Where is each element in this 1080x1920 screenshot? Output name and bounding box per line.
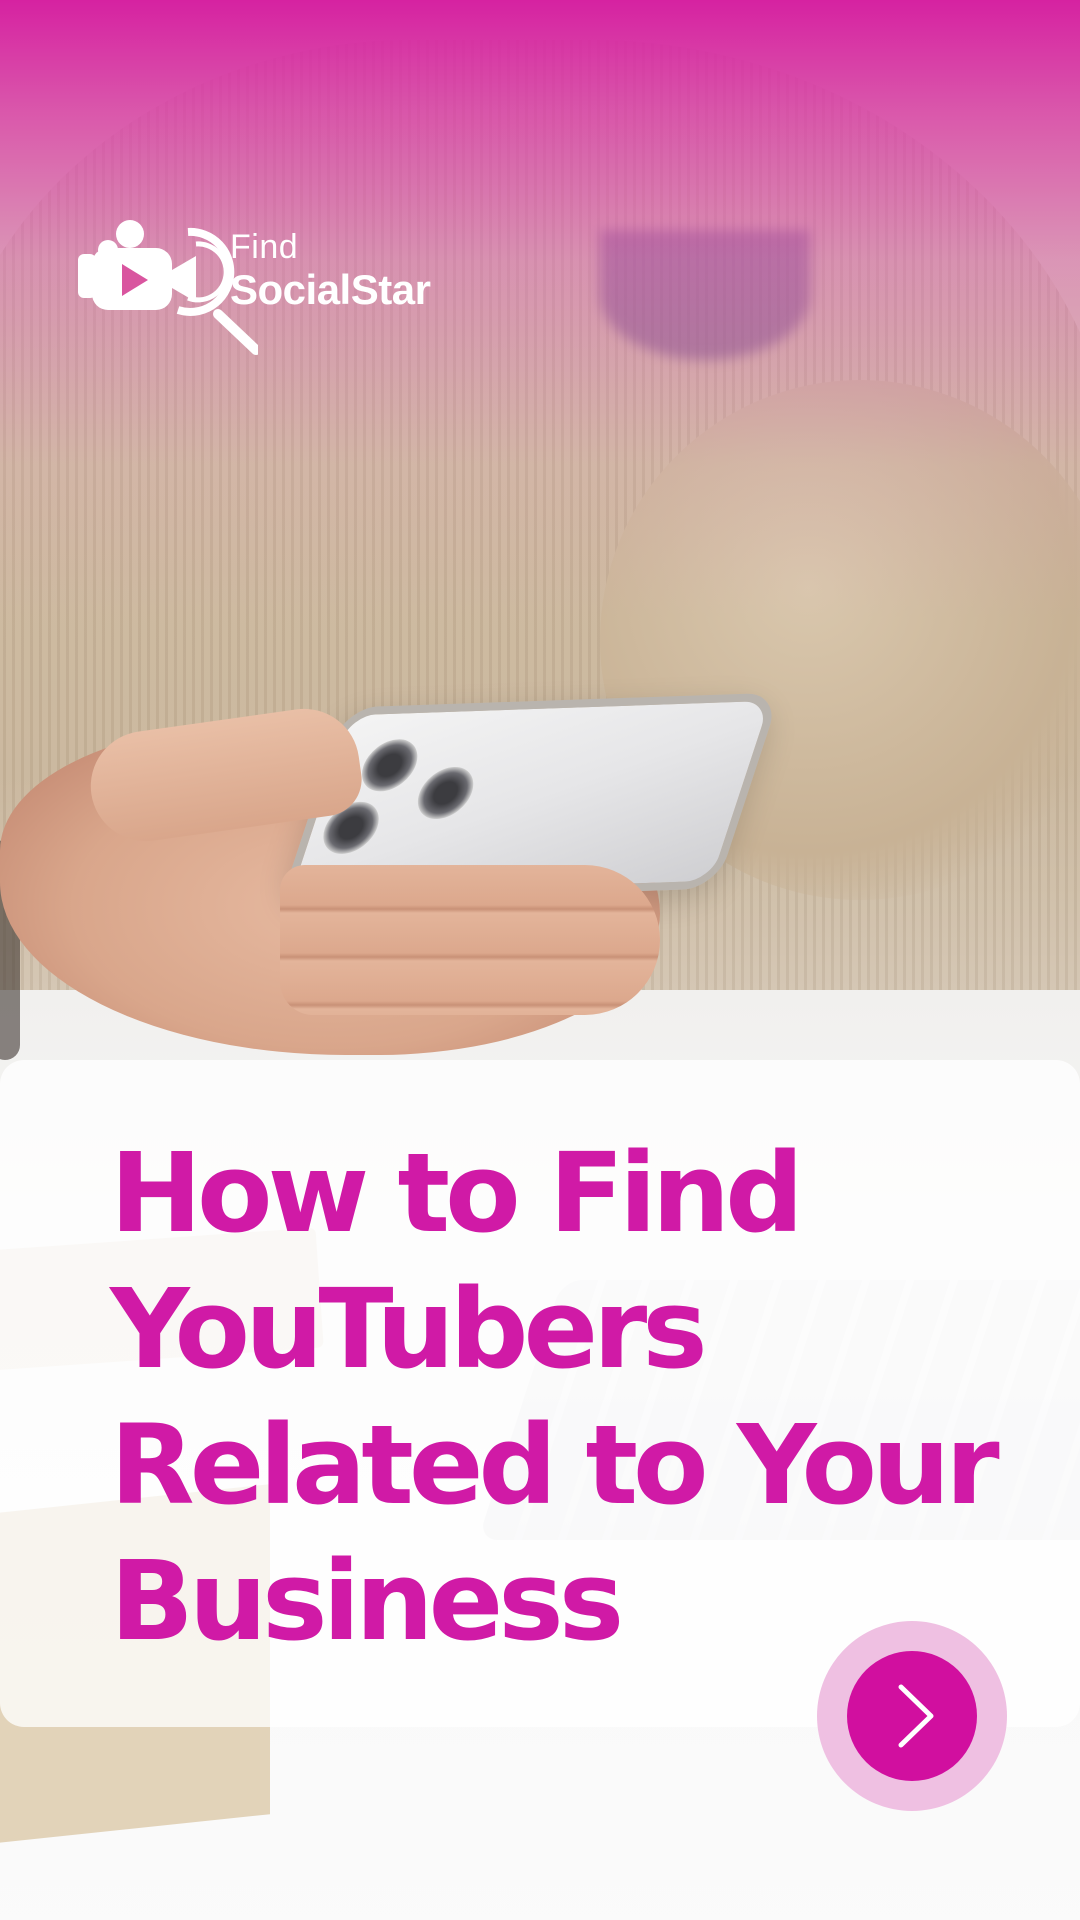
camera-lens: [410, 766, 481, 820]
next-button-core[interactable]: [847, 1651, 977, 1781]
chevron-right-icon: [898, 1684, 934, 1748]
slide: Find SocialStar How to Find YouTubers Re…: [0, 0, 1080, 1920]
brand-logo: Find SocialStar: [78, 218, 458, 358]
headline-line: YouTubers: [110, 1265, 708, 1393]
logo-find-text: Find: [230, 228, 299, 266]
headline-line: Related to Your: [110, 1401, 1000, 1529]
logo-brand-text: SocialStar: [230, 266, 431, 313]
headline: How to Find YouTubers Related to Your Bu…: [110, 1125, 1010, 1669]
camera-lens: [354, 738, 425, 793]
fingers-shape: [280, 865, 660, 1015]
headline-line: How to Find: [110, 1129, 804, 1257]
next-button[interactable]: [817, 1621, 1007, 1811]
